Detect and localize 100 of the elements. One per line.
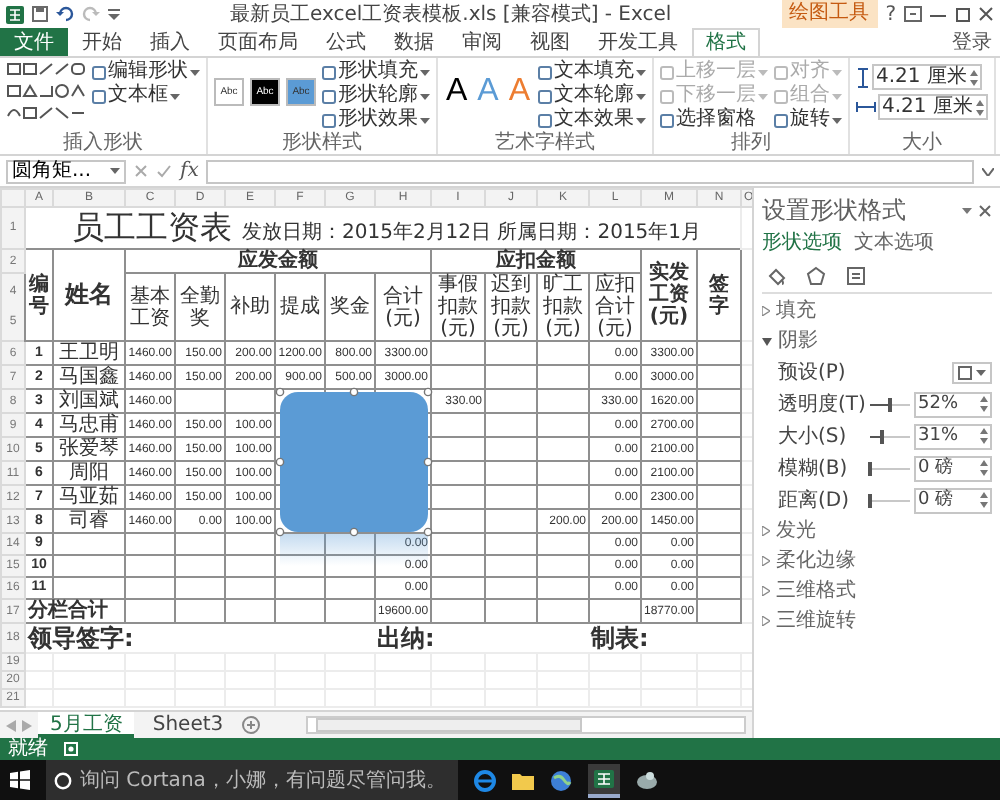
sheet-tab[interactable]: 5月工资 — [38, 712, 135, 738]
wordart-sample[interactable]: A — [444, 70, 470, 114]
width-icon — [856, 100, 877, 114]
customize-icon[interactable] — [108, 8, 120, 20]
app-icon[interactable] — [635, 770, 658, 790]
spinner-icon — [980, 396, 988, 412]
spreadsheet-icon[interactable] — [6, 5, 24, 23]
spinner-icon — [970, 69, 979, 85]
field-label: 距离(D) — [778, 487, 852, 514]
macro-record-icon[interactable] — [64, 742, 78, 756]
windows-icon[interactable] — [10, 770, 30, 790]
sheet-tab[interactable]: Sheet3 — [140, 712, 236, 738]
slider-thumb[interactable] — [880, 429, 885, 443]
pentagon-icon[interactable] — [806, 266, 826, 286]
collapsed-icon — [762, 306, 770, 316]
pane-tab[interactable]: 文本选项 — [854, 232, 934, 256]
table-cell: 分栏合计 — [25, 599, 125, 623]
save-icon[interactable] — [32, 6, 48, 22]
ribbon-tab[interactable]: 格式 — [692, 28, 760, 56]
ribbon-button[interactable]: 文本填充 — [538, 60, 647, 84]
signature-label: 制表: — [589, 623, 697, 653]
ribbon-tab[interactable]: 视图 — [516, 28, 584, 56]
collapsed-icon — [762, 616, 770, 626]
spin-field[interactable]: 0 磅 — [914, 487, 992, 513]
size-field[interactable]: 4.21 厘米 — [878, 94, 989, 120]
close-icon[interactable] — [978, 6, 994, 22]
selection-handles[interactable] — [274, 386, 432, 536]
group-label: 艺术字样式 — [493, 132, 597, 154]
ribbon-options-icon[interactable] — [904, 6, 922, 22]
ribbon-button[interactable]: 选择窗格 — [660, 108, 769, 132]
slider[interactable] — [870, 493, 910, 507]
preset-dropdown[interactable] — [952, 361, 992, 383]
size-field[interactable]: 4.21 厘米 — [872, 64, 983, 90]
ribbon-tab[interactable]: 开始 — [68, 28, 136, 56]
paint-bucket-icon[interactable] — [766, 266, 786, 286]
ribbon-button[interactable]: 文本轮廓 — [538, 84, 647, 108]
ribbon-button[interactable]: 形状填充 — [322, 60, 430, 84]
ribbon-tab[interactable]: 页面布局 — [204, 28, 312, 56]
ribbon-button[interactable]: 旋转 — [774, 108, 843, 132]
sign-in-link[interactable]: 登录 — [952, 30, 992, 56]
expanded-icon — [762, 337, 772, 345]
ribbon-tab[interactable]: 数据 — [380, 28, 448, 56]
ribbon-button[interactable]: 形状效果 — [322, 108, 430, 132]
help-button[interactable]: ? — [885, 3, 896, 25]
table-cell: 司睿 — [53, 509, 125, 533]
add-sheet-icon[interactable] — [241, 716, 260, 734]
ribbon-tab[interactable]: 开发工具 — [584, 28, 692, 56]
table-header: 迟到扣款(元) — [485, 273, 537, 341]
caret-icon — [976, 369, 986, 375]
ribbon-button[interactable]: 形状轮廓 — [322, 84, 430, 108]
rounded-square-shape[interactable] — [279, 391, 427, 565]
ribbon-tab[interactable]: 文件 — [0, 28, 68, 56]
folder-icon[interactable] — [511, 771, 534, 789]
search-field[interactable]: 询问 Cortana，小娜，有问题尽管问我。 — [46, 760, 458, 800]
name-box[interactable]: 圆角矩... — [6, 159, 126, 183]
section-header[interactable]: 发光 — [762, 518, 992, 544]
window-title: 最新员工excel工资表模板.xls [兼容模式] - Excel — [228, 1, 674, 28]
ribbon-button[interactable]: 编辑形状 — [92, 60, 200, 84]
section-header[interactable]: 三维格式 — [762, 578, 992, 604]
group-label: 大小 — [900, 132, 945, 154]
maximize-icon[interactable] — [954, 6, 970, 22]
slider[interactable] — [870, 461, 910, 475]
collapsed-icon — [762, 586, 770, 596]
section-header[interactable]: 柔化边缘 — [762, 548, 992, 574]
undo-icon[interactable] — [56, 6, 74, 22]
spin-field[interactable]: 0 磅 — [914, 455, 992, 481]
globe-icon[interactable] — [549, 769, 572, 791]
size-layout-icon[interactable] — [846, 266, 866, 286]
slider-thumb[interactable] — [888, 397, 893, 411]
ribbon-tab[interactable]: 审阅 — [448, 28, 516, 56]
horizontal-scrollbar[interactable] — [305, 716, 746, 734]
ribbon-tab[interactable]: 公式 — [312, 28, 380, 56]
table-cell: 周阳 — [53, 461, 125, 485]
table-header: 应发金额 — [125, 249, 431, 273]
formula-field[interactable] — [206, 159, 974, 183]
pane-menu-icon[interactable] — [962, 208, 972, 214]
insert-function-button[interactable]: fx — [180, 160, 199, 182]
expand-icon[interactable] — [982, 167, 994, 175]
ribbon-button[interactable]: 文本框 — [92, 84, 200, 108]
slider[interactable] — [870, 397, 910, 411]
ribbon-tab[interactable]: 插入 — [136, 28, 204, 56]
table-header: 提成 — [275, 273, 325, 341]
signature-label: 领导签字: — [25, 623, 225, 653]
pane-tab[interactable]: 形状选项 — [762, 232, 842, 256]
spreadsheet-icon[interactable] — [593, 769, 614, 787]
spin-field[interactable]: 52% — [914, 391, 992, 417]
spin-field[interactable]: 31% — [914, 423, 992, 449]
cortana-icon — [54, 771, 72, 789]
close-icon[interactable] — [978, 204, 992, 218]
section-header[interactable]: 三维旋转 — [762, 608, 992, 634]
browser-icon[interactable] — [473, 769, 496, 791]
wordart-sample[interactable]: A — [475, 70, 501, 114]
slider[interactable] — [870, 429, 910, 443]
caret-icon — [110, 168, 120, 174]
square-icon — [958, 365, 972, 379]
table-cell: 刘国斌 — [53, 389, 125, 413]
context-tab-label: 绘图工具 — [781, 0, 878, 28]
ribbon-button[interactable]: 文本效果 — [538, 108, 647, 132]
section-header[interactable]: 填充 — [762, 298, 992, 324]
section-header[interactable]: 阴影 — [762, 328, 992, 354]
